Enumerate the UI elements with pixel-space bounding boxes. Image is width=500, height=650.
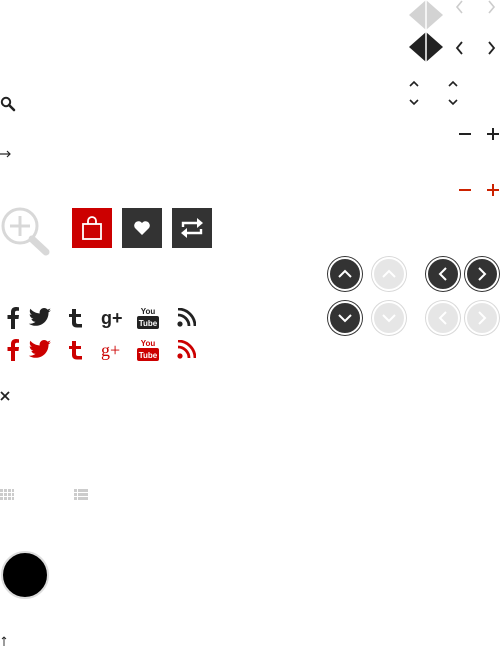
circle-left-light-icon[interactable]: [426, 301, 460, 335]
chevron-left-light-icon[interactable]: [452, 0, 468, 16]
black-circle[interactable]: [0, 550, 50, 600]
heart-icon[interactable]: [122, 208, 162, 248]
minus-icon[interactable]: [458, 127, 472, 141]
zoom-in-icon[interactable]: [0, 206, 52, 256]
tumblr-icon[interactable]: [63, 305, 89, 331]
youtube-icon[interactable]: You Tube: [135, 305, 161, 331]
minus-red-icon[interactable]: [458, 183, 472, 197]
arrow-up-icon[interactable]: [0, 636, 8, 646]
close-icon[interactable]: [0, 391, 10, 401]
youtube-icon[interactable]: You Tube: [135, 337, 161, 363]
svg-text:Tube: Tube: [139, 319, 158, 328]
caret-up-icon[interactable]: [408, 79, 420, 89]
svg-text:Tube: Tube: [139, 351, 158, 360]
svg-text:g+: g+: [101, 308, 123, 328]
plus-red-icon[interactable]: [486, 183, 500, 197]
diamond-split-dark-icon: [409, 32, 443, 62]
twitter-icon[interactable]: [27, 337, 53, 363]
circle-left-dark-icon[interactable]: [426, 257, 460, 291]
facebook-icon[interactable]: [0, 305, 26, 331]
circle-up-dark-icon[interactable]: [328, 257, 362, 291]
google-plus-icon[interactable]: g+: [100, 337, 126, 363]
caret-down-icon[interactable]: [447, 97, 459, 107]
svg-text:You: You: [141, 339, 156, 348]
tumblr-icon[interactable]: [63, 337, 89, 363]
arrow-right-icon[interactable]: [0, 149, 12, 159]
circle-right-dark-icon[interactable]: [465, 257, 499, 291]
list-view-icon[interactable]: [74, 489, 88, 501]
chevron-right-light-icon[interactable]: [484, 0, 500, 16]
circle-down-dark-icon[interactable]: [328, 301, 362, 335]
diamond-split-light-icon: [409, 0, 443, 30]
circle-up-light-icon[interactable]: [372, 257, 406, 291]
rss-icon[interactable]: [173, 305, 199, 331]
grid-view-icon[interactable]: [0, 489, 14, 501]
circle-right-light-icon[interactable]: [465, 301, 499, 335]
plus-icon[interactable]: [486, 127, 500, 141]
rss-icon[interactable]: [173, 337, 199, 363]
chevron-left-icon[interactable]: [452, 40, 468, 56]
svg-text:g+: g+: [101, 340, 120, 360]
caret-up-icon[interactable]: [447, 79, 459, 89]
google-plus-icon[interactable]: g+: [100, 305, 126, 331]
caret-down-icon[interactable]: [408, 97, 420, 107]
twitter-icon[interactable]: [27, 305, 53, 331]
shopping-bag-icon[interactable]: [72, 208, 112, 248]
repeat-icon[interactable]: [172, 208, 212, 248]
chevron-right-icon[interactable]: [484, 40, 500, 56]
svg-text:You: You: [141, 307, 156, 316]
facebook-icon[interactable]: [0, 337, 26, 363]
circle-down-light-icon[interactable]: [372, 301, 406, 335]
search-icon[interactable]: [0, 96, 16, 112]
